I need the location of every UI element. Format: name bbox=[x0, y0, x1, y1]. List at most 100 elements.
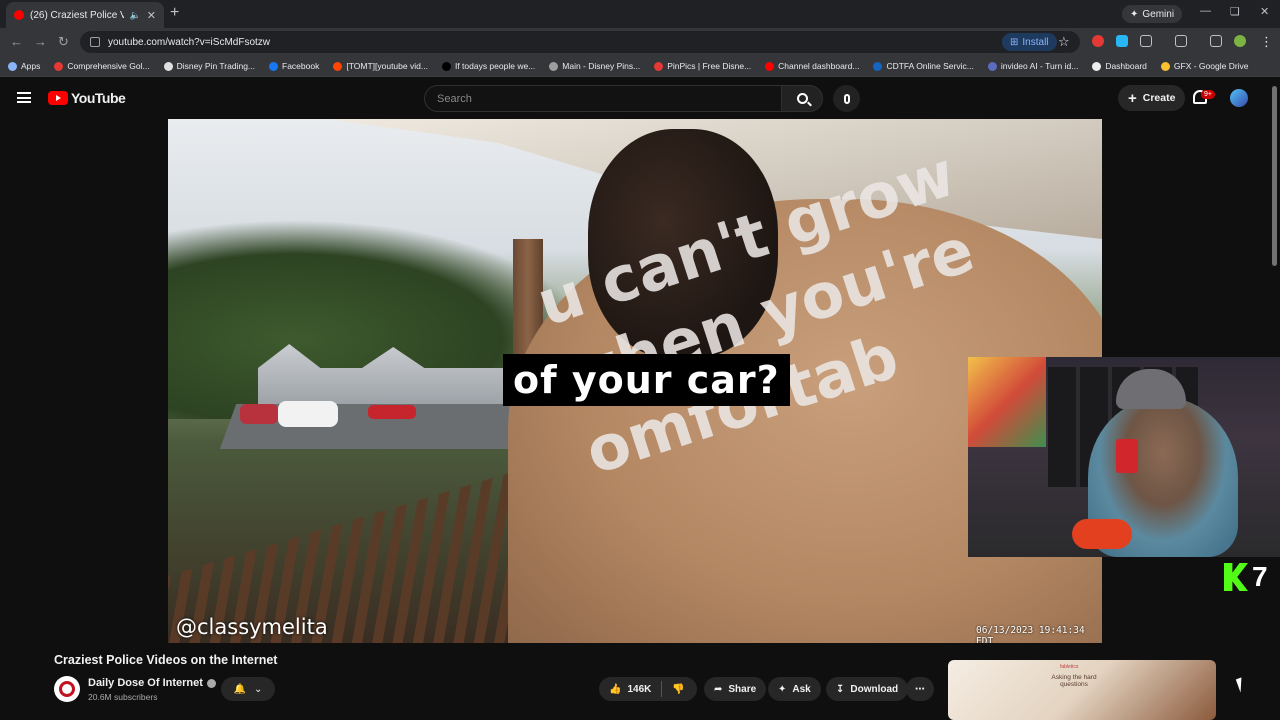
channel-name-row[interactable]: Daily Dose Of Internet bbox=[88, 677, 216, 689]
browser-tab-strip: (26) Craziest Police Videos o 🔈 ✕ + ✦ Ge… bbox=[0, 0, 1280, 28]
bookmark-label: PinPics | Free Disne... bbox=[667, 61, 752, 71]
bookmark-item[interactable]: Facebook bbox=[269, 61, 319, 71]
kick-overlay: 7 bbox=[1224, 561, 1268, 593]
bookmark-label: If todays people we... bbox=[454, 61, 536, 71]
recommended-video-thumbnail[interactable]: fabletics Asking the hard questions bbox=[948, 660, 1216, 720]
like-divider bbox=[661, 681, 663, 697]
install-app-button[interactable]: ⊞ Install bbox=[1002, 33, 1057, 51]
channel-avatar[interactable] bbox=[54, 676, 80, 702]
reload-icon[interactable]: ↻ bbox=[58, 34, 69, 50]
notification-badge: 9+ bbox=[1201, 90, 1215, 99]
microphone-icon bbox=[843, 93, 850, 104]
create-label: Create bbox=[1142, 92, 1176, 104]
bookmark-favicon-icon bbox=[8, 61, 17, 71]
minimize-icon[interactable]: — bbox=[1200, 5, 1211, 17]
page-scrollbar[interactable] bbox=[1272, 86, 1277, 266]
bookmark-item[interactable]: Dashboard bbox=[1092, 61, 1147, 71]
back-arrow-icon[interactable]: ← bbox=[10, 34, 23, 49]
profile-icon[interactable] bbox=[1234, 35, 1246, 47]
address-bar[interactable]: youtube.com/watch?v=iScMdFsotzw bbox=[80, 31, 1080, 53]
share-button[interactable]: ➦ Share bbox=[704, 677, 767, 701]
ask-button[interactable]: ✦ Ask bbox=[768, 677, 821, 701]
extensions-puzzle-icon[interactable] bbox=[1140, 35, 1152, 47]
video-watermark: @classymelita bbox=[176, 615, 328, 639]
verified-check-icon bbox=[206, 678, 216, 688]
cast-icon[interactable] bbox=[1175, 35, 1187, 47]
subscriber-count: 20.6M subscribers bbox=[88, 692, 158, 702]
bookmark-favicon-icon bbox=[54, 61, 64, 71]
bookmark-favicon-icon bbox=[333, 61, 343, 71]
bookmark-item[interactable]: invideo AI - Turn id... bbox=[987, 61, 1079, 71]
bell-icon: 🔔 bbox=[233, 683, 247, 695]
bookmark-favicon-icon bbox=[1092, 61, 1102, 71]
bookmark-item[interactable]: Comprehensive Gol... bbox=[54, 61, 150, 71]
account-avatar[interactable] bbox=[1230, 89, 1248, 107]
bookmark-label: Apps bbox=[21, 61, 41, 71]
share-arrow-icon: ➦ bbox=[714, 683, 723, 695]
dislike-icon[interactable]: 👎 bbox=[672, 684, 684, 695]
voice-search-button[interactable] bbox=[833, 85, 860, 112]
video-caption: of your car? bbox=[503, 354, 790, 406]
close-tab-icon[interactable]: ✕ bbox=[147, 9, 156, 22]
youtube-logo-text: YouTube bbox=[71, 90, 126, 106]
close-window-icon[interactable]: ✕ bbox=[1260, 5, 1269, 18]
bookmark-item[interactable]: Apps bbox=[8, 61, 40, 71]
bookmark-item[interactable]: [TOMT][youtube vid... bbox=[333, 61, 428, 71]
bookmark-favicon-icon bbox=[269, 61, 279, 71]
bookmark-favicon-icon bbox=[765, 61, 775, 71]
subscribed-bell-button[interactable]: 🔔 ⌄ bbox=[221, 677, 275, 701]
extension-red-icon[interactable] bbox=[1092, 35, 1104, 47]
bookmark-star-icon[interactable]: ☆ bbox=[1058, 34, 1070, 50]
share-label: Share bbox=[728, 683, 757, 695]
bookmark-item[interactable]: Channel dashboard... bbox=[765, 61, 859, 71]
media-controls-icon[interactable] bbox=[1210, 35, 1222, 47]
kick-logo-icon bbox=[1224, 563, 1248, 591]
thumbnail-text: Asking the hard questions bbox=[1051, 674, 1097, 688]
bookmark-item[interactable]: Disney Pin Trading... bbox=[163, 61, 255, 71]
like-dislike-group: 👍 146K 👎 bbox=[599, 677, 697, 701]
video-player[interactable]: u can't grow when you're omfortab of you… bbox=[168, 119, 1102, 643]
bookmark-label: Main - Disney Pins... bbox=[562, 61, 641, 71]
youtube-logo[interactable]: YouTube bbox=[48, 90, 126, 106]
search-button[interactable] bbox=[781, 85, 823, 112]
youtube-header: YouTube Search + Create 9+ bbox=[0, 77, 1280, 119]
chevron-down-icon: ⌄ bbox=[254, 683, 263, 695]
youtube-favicon-icon bbox=[14, 10, 24, 20]
download-button[interactable]: ↧ Download bbox=[826, 677, 909, 701]
menu-dots-icon[interactable]: ⋮ bbox=[1260, 34, 1273, 50]
webcam-poster bbox=[968, 357, 1046, 447]
channel-name[interactable]: Daily Dose Of Internet bbox=[88, 677, 203, 689]
hamburger-menu-icon[interactable] bbox=[17, 92, 31, 103]
site-info-icon[interactable] bbox=[90, 37, 100, 47]
bookmark-item[interactable]: GFX - Google Drive bbox=[1160, 61, 1249, 71]
search-icon bbox=[796, 93, 808, 104]
webcam-microphone bbox=[1072, 519, 1132, 549]
webcam-soda-can bbox=[1116, 439, 1138, 473]
bookmark-label: invideo AI - Turn id... bbox=[1000, 61, 1079, 71]
video-timestamp: 06/13/2023 19:41:34 EDT bbox=[976, 625, 1085, 643]
like-icon[interactable]: 👍 bbox=[609, 684, 621, 695]
gemini-button[interactable]: ✦ Gemini bbox=[1122, 5, 1183, 23]
bookmark-favicon-icon bbox=[1160, 61, 1170, 71]
bookmark-item[interactable]: CDTFA Online Servic... bbox=[873, 61, 974, 71]
sparkle-icon: ✦ bbox=[778, 683, 787, 695]
ask-label: Ask bbox=[792, 683, 811, 695]
tab-title: (26) Craziest Police Videos o bbox=[30, 9, 124, 21]
speaker-icon[interactable]: 🔈 bbox=[130, 10, 141, 21]
bookmark-item[interactable]: If todays people we... bbox=[441, 61, 536, 71]
like-count[interactable]: 146K bbox=[627, 684, 651, 695]
extension-blue-icon[interactable] bbox=[1116, 35, 1128, 47]
forward-arrow-icon[interactable]: → bbox=[34, 34, 47, 49]
browser-tab[interactable]: (26) Craziest Police Videos o 🔈 ✕ bbox=[6, 2, 164, 28]
bookmark-favicon-icon bbox=[654, 61, 664, 71]
more-dots-icon: ⋯ bbox=[915, 683, 925, 695]
search-input[interactable]: Search bbox=[424, 85, 782, 112]
install-label: Install bbox=[1022, 36, 1049, 48]
new-tab-button[interactable]: + bbox=[170, 4, 179, 22]
bookmark-item[interactable]: PinPics | Free Disne... bbox=[654, 61, 751, 71]
create-button[interactable]: + Create bbox=[1118, 85, 1186, 111]
bookmarks-bar: Apps Comprehensive Gol... Disney Pin Tradi… bbox=[0, 56, 1280, 77]
more-actions-button[interactable]: ⋯ bbox=[906, 677, 934, 701]
bookmark-item[interactable]: Main - Disney Pins... bbox=[549, 61, 640, 71]
restore-icon[interactable]: ❏ bbox=[1230, 5, 1240, 18]
